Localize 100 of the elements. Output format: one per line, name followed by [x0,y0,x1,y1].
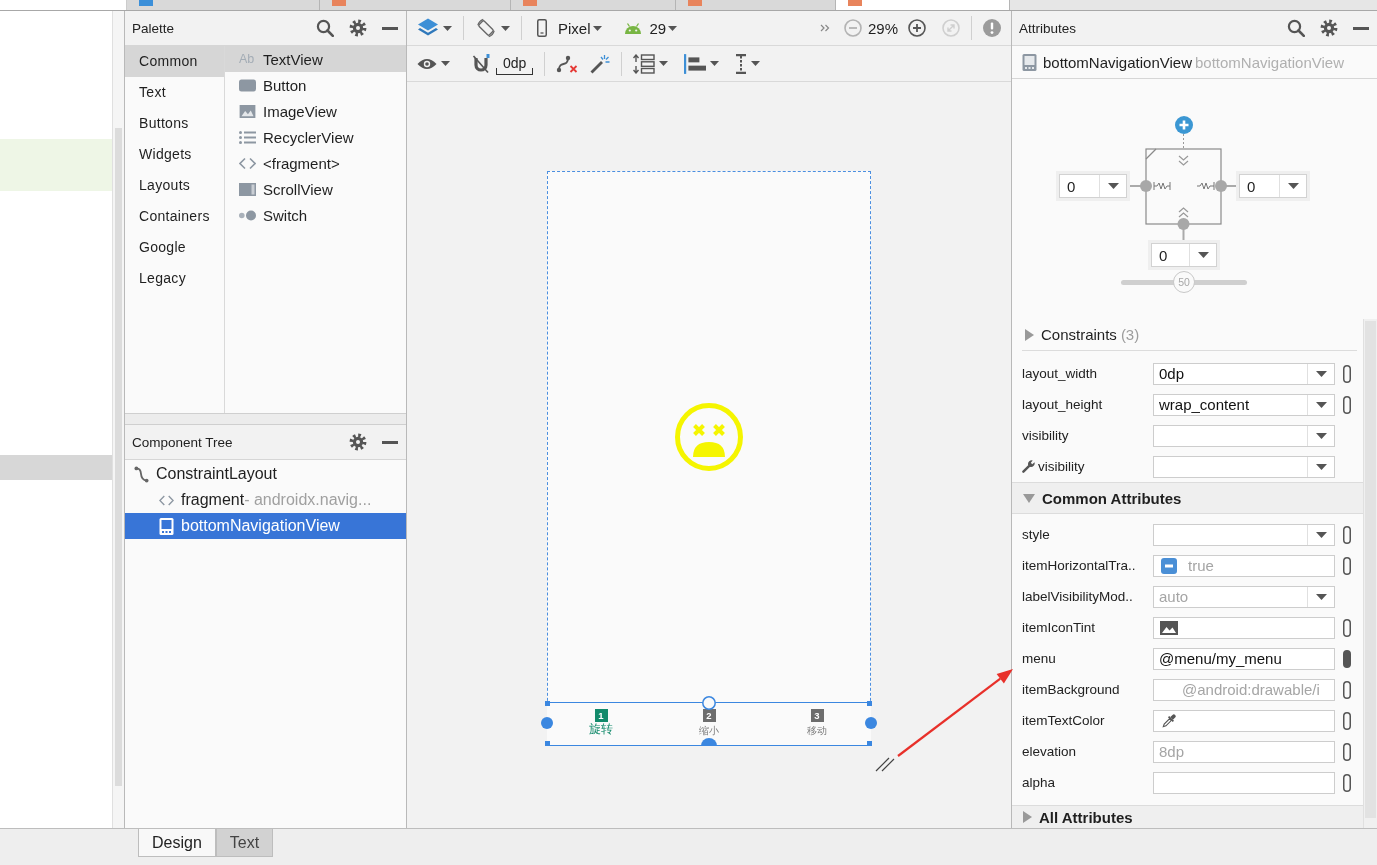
bottom-navigation-view[interactable]: 1 旋转 2 缩小 3 移动 [547,702,871,746]
panel-title: Palette [132,20,175,36]
section-header[interactable]: Constraints (3) [1022,319,1357,351]
palette-category[interactable]: Common [125,46,224,77]
dropdown-field[interactable] [1153,523,1335,546]
caret-icon [1315,463,1327,470]
code-icon [239,156,256,170]
capsule-icon[interactable] [1343,525,1351,544]
attribute-label: itemIconTint [1022,620,1096,635]
attribute-label: itemTextColor [1022,713,1105,728]
attribute-label: itemBackground [1022,682,1120,697]
toggle-icon[interactable] [1161,557,1177,574]
caret-icon [659,61,669,66]
margin-dropdown[interactable]: 0 [1239,174,1307,198]
palette-category[interactable]: Legacy [125,263,224,294]
tree-item[interactable]: bottomNavigationView [125,513,406,539]
plus-circle-icon[interactable] [1175,116,1193,134]
settings-icon[interactable] [1320,19,1338,37]
magic-wand-icon[interactable] [590,53,611,74]
caret-icon [441,61,450,66]
palette-category[interactable]: Buttons [125,108,224,139]
margin-dropdown[interactable]: 0 [1151,243,1217,267]
capsule-icon[interactable] [1343,395,1351,414]
margin-dropdown[interactable]: 0 [1059,174,1127,198]
palette-category[interactable]: Widgets [125,139,224,170]
palette-item[interactable]: Button [225,72,406,98]
palette-category[interactable]: Layouts [125,170,224,201]
caret-icon [1287,183,1299,189]
caret-icon [751,61,761,66]
editor-tab[interactable] [836,0,1010,10]
palette-item[interactable]: Switch [225,202,406,228]
view-tab[interactable]: Design [138,829,216,857]
half-circle-handle-icon[interactable] [701,738,717,746]
api-level-dropdown[interactable]: 29 [623,15,678,41]
double-chevron-icon[interactable] [819,24,830,32]
capsule-icon[interactable] [1343,618,1351,637]
search-icon[interactable] [1287,19,1305,37]
android-icon [623,22,642,34]
dropdown-field[interactable] [1153,424,1335,447]
capsule-icon[interactable] [1343,364,1351,383]
device-dropdown[interactable]: Pixel [537,15,602,41]
capsule-icon[interactable] [1343,773,1351,792]
caret-icon [1107,183,1119,189]
zoom-in-icon[interactable] [908,19,926,37]
section-header[interactable]: Common Attributes [1012,482,1363,514]
capsule-icon[interactable] [1343,649,1351,668]
palette-item[interactable]: ImageView [225,98,406,124]
capsule-icon[interactable] [1343,742,1351,761]
attribute-label: elevation [1022,744,1077,759]
connector-icon [134,465,149,483]
square-handle-icon[interactable] [545,741,550,746]
image-icon [1160,620,1178,635]
square-handle-icon[interactable] [867,701,872,706]
curve-x-icon[interactable] [556,53,579,74]
nav-item[interactable]: 1 旋转 [547,703,655,745]
input-field[interactable]: @menu/my_menu [1153,647,1335,670]
tree-item-detail: - androidx.navig... [244,491,372,508]
dropdown-field[interactable]: 0dp [1153,362,1335,385]
capsule-icon[interactable] [1343,711,1351,730]
settings-icon[interactable] [349,433,367,451]
magnet-off-icon[interactable] [472,53,490,74]
scrollbar[interactable] [115,128,122,786]
scroll-view-icon [239,182,256,196]
settings-icon[interactable] [349,19,367,37]
section-header[interactable]: All Attributes [1012,805,1363,828]
nav-item[interactable]: 2 缩小 [655,703,763,745]
palette-category[interactable]: Containers [125,201,224,232]
circle-handle-icon[interactable] [541,717,553,729]
palette-item[interactable]: ScrollView [225,176,406,202]
view-tab[interactable]: Text [215,829,274,857]
dropdown-field[interactable]: wrap_content [1153,393,1335,416]
caret-icon [592,25,602,31]
input-field[interactable] [1153,771,1335,794]
nav-item[interactable]: 3 移动 [763,703,871,745]
minimize-icon[interactable] [1353,26,1369,30]
palette-item[interactable]: RecyclerView [225,124,406,150]
warning-icon[interactable] [983,19,1001,37]
circle-handle-icon[interactable] [702,696,716,710]
layers-icon [417,18,439,38]
palette-category[interactable]: Google [125,232,224,263]
palette-item[interactable]: <fragment> [225,150,406,176]
palette-category[interactable]: Text [125,77,224,108]
tree-item[interactable]: ConstraintLayout [125,461,406,487]
eyedropper-icon[interactable] [1160,713,1178,728]
capsule-icon[interactable] [1343,556,1351,575]
panel-title: Attributes [1019,20,1077,36]
capsule-icon[interactable] [1343,680,1351,699]
minimize-icon[interactable] [382,26,398,30]
square-handle-icon[interactable] [545,701,550,706]
minimize-icon[interactable] [382,440,398,444]
bottom-bar-icon [1022,53,1037,71]
dropdown-field[interactable] [1153,455,1335,478]
tree-item[interactable]: fragment- androidx.navig... [125,487,406,513]
attribute-label: layout_height [1022,397,1103,412]
input-field[interactable] [1153,616,1335,639]
circle-handle-icon[interactable] [865,717,877,729]
square-handle-icon[interactable] [867,741,872,746]
input-field[interactable] [1153,709,1335,732]
switch-icon [239,208,256,222]
search-icon[interactable] [316,19,334,37]
